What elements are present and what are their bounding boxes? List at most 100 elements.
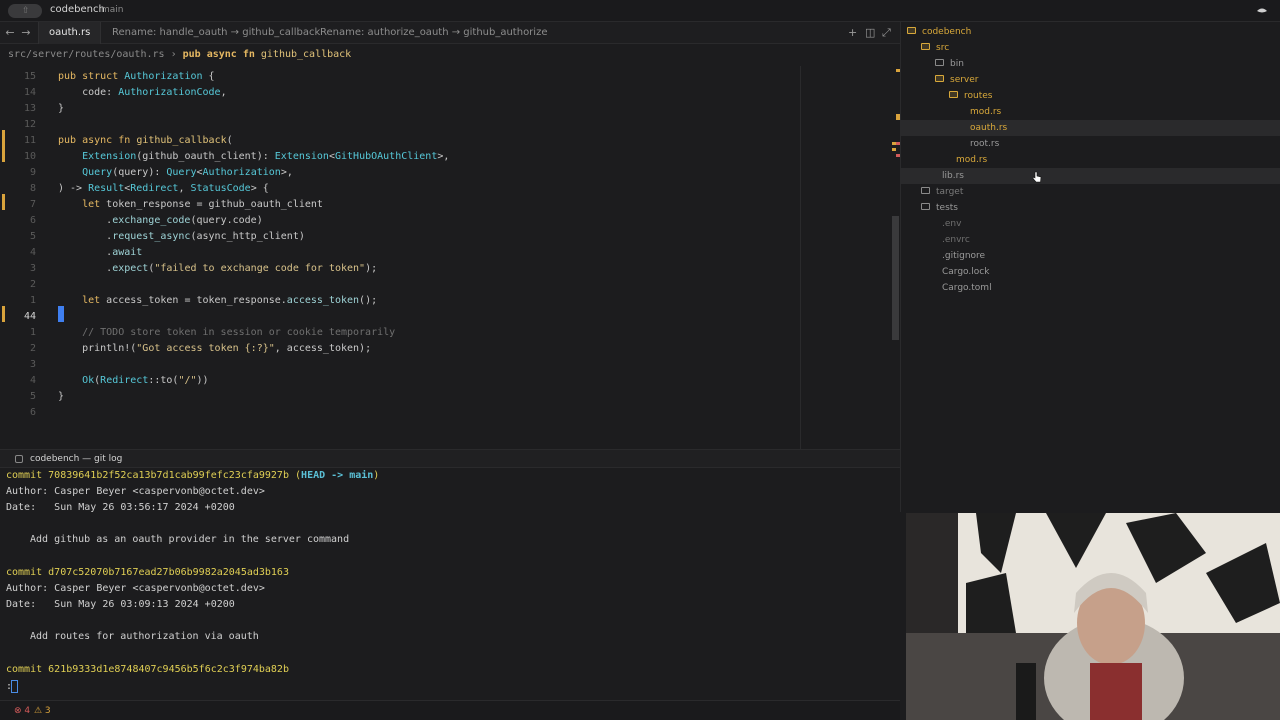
line-number: 4 (29, 247, 36, 258)
tree-item-server[interactable]: server (901, 72, 1280, 88)
tab-rename-handle-oauth[interactable]: Rename: handle_oauth → github_callback (102, 22, 330, 44)
code-line[interactable]: code: AuthorizationCode, (58, 85, 227, 101)
code-line[interactable]: let access_token = token_response.access… (58, 293, 377, 309)
tab-rename-authorize-oauth[interactable]: Rename: authorize_oauth → github_authori… (310, 22, 557, 44)
window-badge: ⇧ (22, 6, 30, 16)
git-modified-marker (2, 130, 5, 146)
code-line[interactable]: pub async fn github_callback( (58, 133, 233, 149)
warning-count[interactable]: ⚠ 3 (34, 701, 51, 720)
tree-item-cargo-lock[interactable]: Cargo.lock (901, 264, 1280, 280)
commit-keyword: commit (6, 664, 49, 675)
tree-item--envrc[interactable]: .envrc (901, 232, 1280, 248)
commit-line: commit 70839641b2f52ca13b7d1cab99fefc23c… (6, 470, 380, 481)
window-controls[interactable]: ⇧ (8, 4, 42, 18)
code-line[interactable]: pub struct Authorization { (58, 69, 215, 85)
editor-scrollbar[interactable] (892, 216, 899, 340)
forward-icon[interactable]: → (19, 26, 33, 39)
tree-item-label: oauth.rs (970, 123, 1008, 133)
code-line[interactable]: } (58, 389, 64, 405)
branch-name[interactable]: main (101, 5, 124, 15)
code-editor[interactable]: 15 14 13 12 11 10 9 8 7 6 5 4 3 2 1 44 1 2 3 4 5 6 pub struct… (0, 66, 900, 450)
status-bar: ⊗ 4 ⚠ 3 (0, 700, 900, 720)
date-line: Date: Sun May 26 03:09:13 2024 +0200 (6, 597, 235, 613)
breadcrumb[interactable]: src/server/routes/oauth.rs › pub async f… (0, 44, 900, 66)
commit-keyword: commit (6, 567, 49, 578)
terminal-icon (15, 455, 23, 463)
line-number: 7 (29, 199, 36, 210)
code-line[interactable]: // TODO store token in session or cookie… (58, 325, 395, 341)
scrollbar-marker (892, 148, 896, 151)
folder-icon (921, 203, 930, 210)
error-count[interactable]: ⊗ 4 (14, 701, 30, 720)
tree-item-label: tests (936, 203, 958, 213)
tree-item-bin[interactable]: bin (901, 56, 1280, 72)
commit-hash: d707c52070b7167ead27b06b9982a2045ad3b163 (48, 567, 289, 578)
line-number: 6 (29, 215, 36, 226)
tree-item-codebench[interactable]: codebench (901, 24, 1280, 40)
code-line[interactable]: Extension(github_oauth_client): Extensio… (58, 149, 449, 165)
tree-item-src[interactable]: src (901, 40, 1280, 56)
tab-label: Rename: handle_oauth → github_callback (112, 27, 321, 38)
tree-item-label: src (936, 43, 950, 53)
commit-ref: HEAD -> main (301, 470, 374, 481)
breadcrumb-path[interactable]: src/server/routes/oauth.rs (8, 49, 165, 60)
breadcrumb-symbol[interactable]: github_callback (261, 49, 351, 60)
tree-item-label: codebench (922, 27, 972, 37)
line-number: 44 (23, 311, 36, 322)
line-number: 2 (29, 279, 36, 290)
feedback-icon[interactable] (1256, 5, 1268, 17)
expand-icon[interactable]: ⤢ (882, 26, 891, 40)
new-tab-icon[interactable]: + (848, 26, 857, 39)
tree-item-cargo-toml[interactable]: Cargo.toml (901, 280, 1280, 296)
commit-author: Casper Beyer <caspervonb@octet.dev> (54, 486, 265, 497)
date-line: Date: Sun May 26 03:56:17 2024 +0200 (6, 500, 235, 516)
commit-message: Add routes for authorization via oauth (30, 631, 259, 642)
code-line[interactable]: .await (58, 245, 142, 261)
line-number: 4 (29, 375, 36, 386)
tree-item--env[interactable]: .env (901, 216, 1280, 232)
folder-open-icon (907, 27, 916, 34)
back-icon[interactable]: ← (3, 26, 17, 39)
tree-item-label: mod.rs (970, 107, 1002, 117)
code-line[interactable]: } (58, 101, 64, 117)
commit-date: Sun May 26 03:09:13 2024 +0200 (54, 599, 235, 610)
code-line[interactable]: Ok(Redirect::to("/")) (58, 373, 208, 389)
breadcrumb-separator: › (164, 49, 183, 60)
terminal-panel[interactable]: commit 70839641b2f52ca13b7d1cab99fefc23c… (0, 468, 900, 700)
code-line[interactable]: .request_async(async_http_client) (58, 229, 305, 245)
tree-item-lib-rs[interactable]: lib.rs (901, 168, 1280, 184)
code-line[interactable]: .exchange_code(query.code) (58, 213, 263, 229)
line-number: 10 (23, 151, 36, 162)
terminal-tab[interactable]: codebench — git log (0, 450, 900, 468)
wrap-guide (800, 66, 801, 450)
line-number: 1 (29, 295, 36, 306)
line-number: 1 (29, 327, 36, 338)
tree-item-oauth-rs[interactable]: oauth.rs (901, 120, 1280, 136)
commit-message: Add github as an oauth provider in the s… (30, 534, 350, 545)
tab-bar: ← → oauth.rs Rename: handle_oauth → gith… (0, 22, 900, 44)
tab-oauth-rs[interactable]: oauth.rs (38, 22, 102, 44)
project-name[interactable]: codebench (50, 4, 105, 15)
tree-item-label: .gitignore (942, 251, 986, 261)
commit-hash: 70839641b2f52ca13b7d1cab99fefc23cfa9927b (48, 470, 289, 481)
tree-item-mod-rs[interactable]: mod.rs (901, 104, 1280, 120)
tree-item-tests[interactable]: tests (901, 200, 1280, 216)
code-line[interactable]: println!("Got access token {:?}", access… (58, 341, 371, 357)
code-line[interactable]: .expect("failed to exchange code for tok… (58, 261, 377, 277)
tree-item-root-rs[interactable]: root.rs (901, 136, 1280, 152)
project-panel[interactable]: codebench src bin server routes mod.rs oauth.r… (900, 22, 1280, 512)
tree-item-label: .env (942, 219, 962, 229)
tree-item-target[interactable]: target (901, 184, 1280, 200)
tree-item--gitignore[interactable]: .gitignore (901, 248, 1280, 264)
split-pane-icon[interactable]: ◫ (865, 26, 875, 39)
tree-item-mod-rs[interactable]: mod.rs (901, 152, 1280, 168)
breadcrumb-keyword: pub async fn (182, 49, 255, 60)
author-label: Author: (6, 583, 55, 594)
date-label: Date: (6, 502, 55, 513)
tree-item-routes[interactable]: routes (901, 88, 1280, 104)
tree-item-label: root.rs (970, 139, 1000, 149)
code-line[interactable]: let token_response = github_oauth_client (58, 197, 323, 213)
tree-item-label: mod.rs (956, 155, 988, 165)
code-line[interactable]: ) -> Result<Redirect, StatusCode> { (58, 181, 269, 197)
code-line[interactable]: Query(query): Query<Authorization>, (58, 165, 293, 181)
